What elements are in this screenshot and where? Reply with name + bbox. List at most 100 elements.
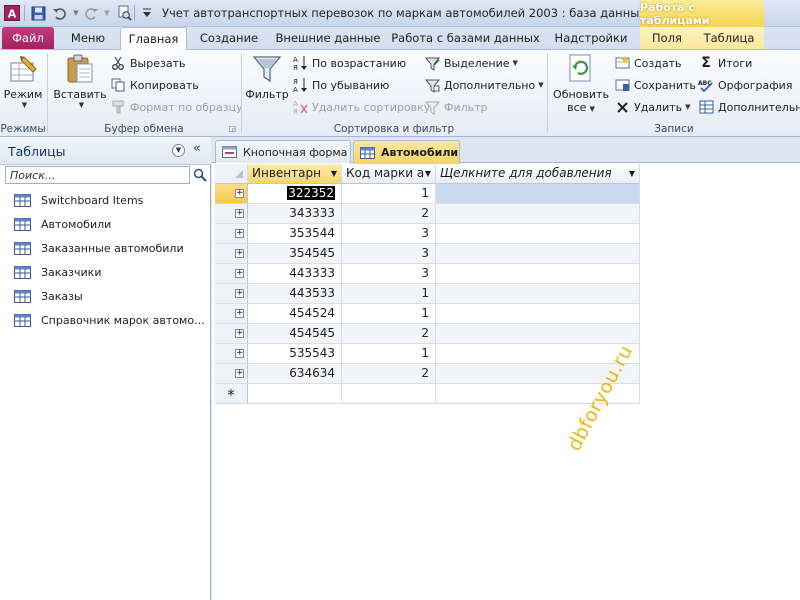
nav-table-item[interactable]: Заказанные автомобили [14, 237, 184, 259]
cell-brand-code[interactable]: 2 [342, 204, 436, 224]
cell-inventory[interactable]: 343333 [248, 204, 342, 224]
cell-inventory[interactable]: 354545 [248, 244, 342, 264]
cell-inventory[interactable]: 353544 [248, 224, 342, 244]
doc-tab-switchboard[interactable]: Кнопочная форма [215, 140, 351, 163]
nav-table-item[interactable]: Заказчики [14, 261, 101, 283]
cell-inventory[interactable]: 443333 [248, 264, 342, 284]
cell-brand-code[interactable]: 2 [342, 364, 436, 384]
dialog-launcher-icon[interactable]: ◲ [228, 124, 236, 133]
tab-database-tools[interactable]: Работа с базами данных [389, 27, 542, 49]
column-header-brand-code[interactable]: Код марки а ▼ [342, 164, 436, 184]
expand-subdatasheet-icon[interactable]: + [235, 349, 244, 358]
column-header-inventory[interactable]: Инвентарн ▼ [248, 164, 342, 184]
nav-menu-chevron-icon[interactable]: ▼ [172, 144, 185, 157]
expand-subdatasheet-icon[interactable]: + [235, 189, 244, 198]
nav-table-item[interactable]: Заказы [14, 285, 83, 307]
cell-add-new[interactable] [436, 184, 640, 204]
cell-add-new[interactable] [436, 204, 640, 224]
access-app-icon[interactable]: A [3, 4, 21, 22]
save-record-button[interactable]: Сохранить [614, 75, 696, 95]
cell-inventory[interactable]: 454545 [248, 324, 342, 344]
new-record-cell[interactable] [342, 384, 436, 404]
cell-brand-code[interactable]: 2 [342, 324, 436, 344]
tab-external-data[interactable]: Внешние данные [271, 27, 385, 49]
tab-addins[interactable]: Надстройки [546, 27, 636, 49]
totals-button[interactable]: Σ Итоги [698, 53, 752, 73]
cell-add-new[interactable] [436, 264, 640, 284]
row-selector[interactable]: + [215, 224, 248, 244]
refresh-all-button[interactable]: Обновить все ▼ [550, 52, 612, 114]
row-selector[interactable]: + [215, 324, 248, 344]
cell-brand-code[interactable]: 1 [342, 184, 436, 204]
cell-brand-code[interactable]: 3 [342, 224, 436, 244]
expand-subdatasheet-icon[interactable]: + [235, 289, 244, 298]
column-dropdown-icon[interactable]: ▼ [331, 164, 337, 183]
new-record-cell[interactable] [248, 384, 342, 404]
print-preview-icon[interactable] [115, 4, 133, 22]
copy-button[interactable]: Копировать [110, 75, 199, 95]
cell-add-new[interactable] [436, 344, 640, 364]
filter-button[interactable]: Фильтр [245, 52, 289, 101]
cell-add-new[interactable] [436, 284, 640, 304]
customize-toolbar-icon[interactable] [138, 4, 156, 22]
new-record-marker[interactable]: * [215, 384, 248, 404]
cut-button[interactable]: Вырезать [110, 53, 185, 73]
tab-menu[interactable]: Меню [60, 27, 116, 49]
cell-brand-code[interactable]: 1 [342, 284, 436, 304]
sort-descending-button[interactable]: ЯА По убыванию [292, 75, 389, 95]
nav-pane-header[interactable]: Таблицы ▼ « [0, 137, 211, 165]
format-painter-button[interactable]: Формат по образцу [110, 97, 243, 117]
nav-table-item[interactable]: Автомобили [14, 213, 111, 235]
delete-record-button[interactable]: Удалить ▼ [614, 97, 691, 117]
cell-inventory[interactable]: 535543 [248, 344, 342, 364]
column-dropdown-icon[interactable]: ▼ [629, 164, 635, 183]
toggle-filter-button[interactable]: Фильтр [424, 97, 488, 117]
row-selector[interactable]: + [215, 244, 248, 264]
nav-table-item[interactable]: Switchboard Items [14, 189, 143, 211]
view-button[interactable]: Режим ▼ [3, 52, 43, 109]
expand-subdatasheet-icon[interactable]: + [235, 209, 244, 218]
sort-ascending-button[interactable]: AЯ По возрастанию [292, 53, 406, 73]
spelling-button[interactable]: ABC Орфография [698, 75, 792, 95]
row-selector[interactable]: + [215, 344, 248, 364]
undo-icon[interactable] [50, 4, 68, 22]
tab-fields[interactable]: Поля [640, 27, 694, 49]
row-selector[interactable]: + [215, 264, 248, 284]
expand-subdatasheet-icon[interactable]: + [235, 269, 244, 278]
cell-add-new[interactable] [436, 244, 640, 264]
cell-add-new[interactable] [436, 224, 640, 244]
cell-inventory[interactable]: 322352 [248, 184, 342, 204]
cell-brand-code[interactable]: 1 [342, 344, 436, 364]
cell-brand-code[interactable]: 3 [342, 264, 436, 284]
cell-inventory[interactable]: 454524 [248, 304, 342, 324]
expand-subdatasheet-icon[interactable]: + [235, 329, 244, 338]
row-selector[interactable]: + [215, 364, 248, 384]
nav-table-item[interactable]: Справочник марок автомо... [14, 309, 205, 331]
cell-brand-code[interactable]: 1 [342, 304, 436, 324]
row-selector[interactable]: + [215, 284, 248, 304]
new-record-button[interactable]: Создать [614, 53, 682, 73]
more-records-button[interactable]: Дополнительно [698, 97, 800, 117]
tab-table[interactable]: Таблица [694, 27, 764, 49]
cell-inventory[interactable]: 634634 [248, 364, 342, 384]
select-all-corner[interactable] [215, 164, 248, 184]
redo-dropdown-icon[interactable]: ▼ [98, 4, 116, 22]
expand-subdatasheet-icon[interactable]: + [235, 369, 244, 378]
search-icon[interactable] [193, 168, 207, 185]
selection-button[interactable]: Выделение ▼ [424, 53, 518, 73]
tab-home[interactable]: Главная [120, 27, 187, 50]
expand-subdatasheet-icon[interactable]: + [235, 249, 244, 258]
save-icon[interactable] [29, 4, 47, 22]
tab-file[interactable]: Файл [2, 27, 54, 49]
tab-create[interactable]: Создание [191, 27, 267, 49]
column-header-add-new[interactable]: Щелкните для добавления ▼ [436, 164, 640, 184]
cell-add-new[interactable] [436, 364, 640, 384]
cell-inventory[interactable]: 443533 [248, 284, 342, 304]
remove-sort-button[interactable]: AЯ Удалить сортировку [292, 97, 431, 117]
expand-subdatasheet-icon[interactable]: + [235, 229, 244, 238]
row-selector[interactable]: + [215, 304, 248, 324]
row-selector[interactable]: + [215, 184, 248, 204]
row-selector[interactable]: + [215, 204, 248, 224]
column-dropdown-icon[interactable]: ▼ [425, 164, 431, 183]
cell-brand-code[interactable]: 3 [342, 244, 436, 264]
